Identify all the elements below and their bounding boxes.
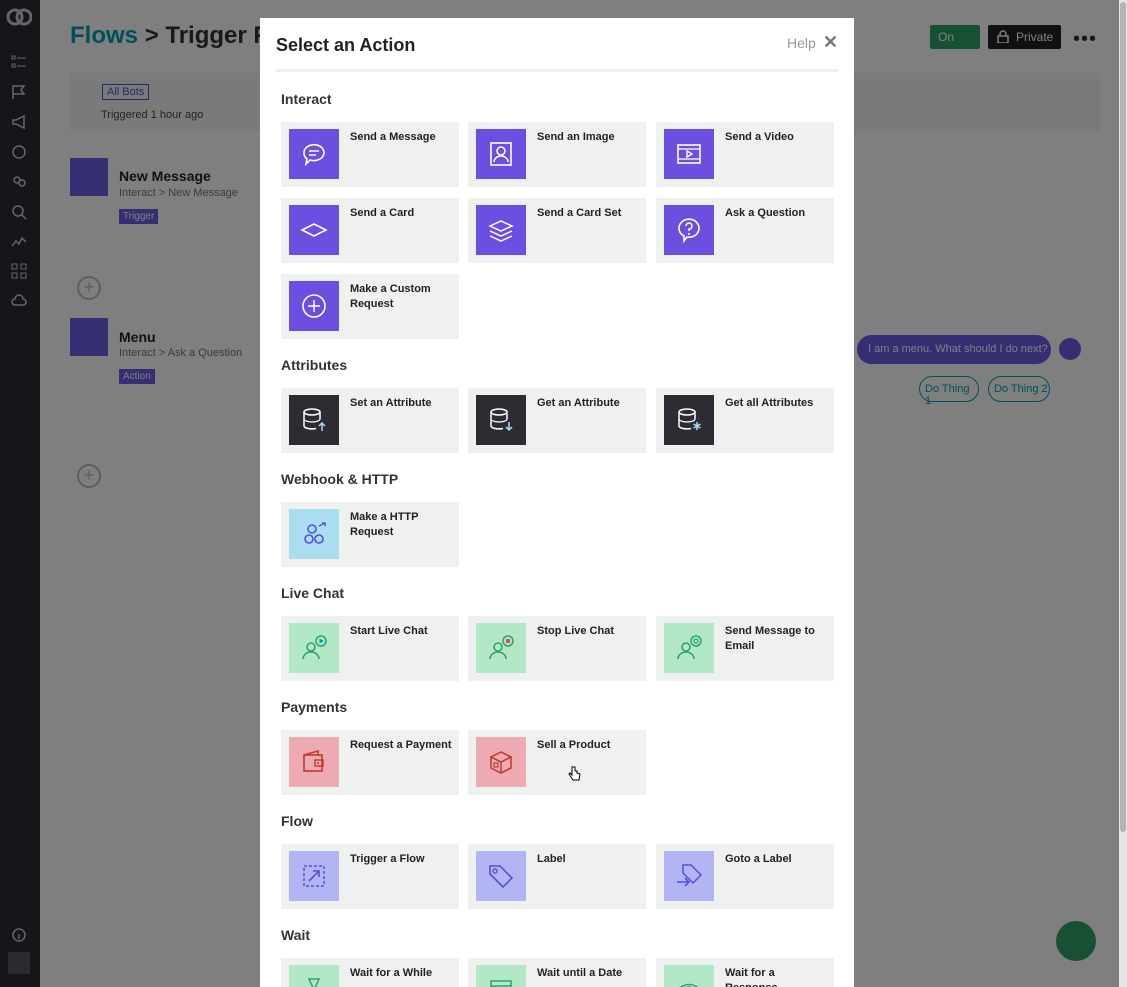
database-star-icon: [664, 395, 714, 445]
database-download-icon: [476, 395, 526, 445]
card-icon: [289, 205, 339, 255]
action-label: Sell a Product: [537, 739, 611, 751]
action-send-message-email[interactable]: Send Message to Email: [656, 616, 834, 681]
action-wait-response[interactable]: Wait for a Response: [656, 958, 834, 987]
person-email-icon: [664, 623, 714, 673]
action-label: Send an Image: [537, 131, 615, 143]
section-title-webhook: Webhook & HTTP: [281, 471, 399, 487]
eye-icon: [664, 965, 714, 987]
scrollbar-thumb[interactable]: [1120, 2, 1126, 832]
action-ask-question[interactable]: Ask a Question: [656, 198, 834, 263]
modal-title: Select an Action: [276, 35, 416, 55]
action-wait-until-date[interactable]: Wait until a Date: [468, 958, 646, 987]
section-title-wait: Wait: [281, 927, 311, 943]
action-send-card[interactable]: Send a Card: [281, 198, 459, 263]
divider: [276, 69, 839, 72]
action-label: Send Message to Email: [725, 625, 815, 652]
hand-cursor-icon: [568, 766, 581, 781]
action-trigger-flow[interactable]: Trigger a Flow: [281, 844, 459, 909]
action-send-image[interactable]: Send an Image: [468, 122, 646, 187]
chat-bubble-icon: [289, 129, 339, 179]
action-label: Send a Video: [725, 131, 794, 143]
action-set-attribute[interactable]: Set an Attribute: [281, 388, 459, 453]
section-title-interact: Interact: [281, 91, 332, 107]
section-title-live-chat: Live Chat: [281, 585, 345, 601]
action-get-attribute[interactable]: Get an Attribute: [468, 388, 646, 453]
hourglass-icon: [289, 965, 339, 987]
action-label: Trigger a Flow: [350, 853, 425, 865]
close-icon[interactable]: ✕: [823, 32, 838, 53]
action-label: Send a Message: [350, 131, 436, 143]
action-wait-while[interactable]: Wait for a While: [281, 958, 459, 987]
action-label: Wait for a While: [350, 967, 433, 979]
video-icon: [664, 129, 714, 179]
stack-icon: [476, 205, 526, 255]
trigger-flow-icon: [289, 851, 339, 901]
action-label: Label: [537, 853, 566, 865]
help-link[interactable]: Help: [787, 35, 816, 51]
action-label: Stop Live Chat: [537, 625, 615, 637]
action-send-message[interactable]: Send a Message: [281, 122, 459, 187]
select-action-modal: Select an Action Help ✕ Interact Send a …: [260, 18, 854, 987]
action-label: Request a Payment: [350, 739, 452, 751]
action-request-payment[interactable]: Request a Payment: [281, 730, 459, 795]
section-title-flow: Flow: [281, 813, 313, 829]
action-label: Send a Card: [350, 207, 415, 219]
section-title-payments: Payments: [281, 699, 348, 715]
action-label: Goto a Label: [725, 853, 792, 865]
action-label: Wait for a Response: [725, 967, 778, 987]
calendar-icon: [476, 965, 526, 987]
person-play-icon: [289, 623, 339, 673]
action-label: Make a HTTP Request: [350, 511, 419, 538]
action-start-live-chat[interactable]: Start Live Chat: [281, 616, 459, 681]
question-bubble-icon: [664, 205, 714, 255]
action-label: Send a Card Set: [537, 207, 622, 219]
image-icon: [476, 129, 526, 179]
webhook-icon: [289, 509, 339, 559]
action-http-request[interactable]: Make a HTTP Request: [281, 502, 459, 567]
action-stop-live-chat[interactable]: Stop Live Chat: [468, 616, 646, 681]
action-get-all-attributes[interactable]: Get all Attributes: [656, 388, 834, 453]
page-scrollbar[interactable]: [1119, 0, 1127, 987]
person-stop-icon: [476, 623, 526, 673]
action-label: Make a Custom Request: [350, 283, 431, 310]
box-icon: [476, 737, 526, 787]
action-sell-product[interactable]: Sell a Product: [468, 730, 646, 795]
goto-tag-icon: [664, 851, 714, 901]
tag-icon: [476, 851, 526, 901]
action-label: Get an Attribute: [537, 397, 620, 409]
action-label: Set an Attribute: [350, 397, 432, 409]
plus-circle-icon: [289, 281, 339, 331]
database-upload-icon: [289, 395, 339, 445]
action-label: Ask a Question: [725, 207, 806, 219]
wallet-icon: [289, 737, 339, 787]
action-send-card-set[interactable]: Send a Card Set: [468, 198, 646, 263]
action-label: Wait until a Date: [537, 967, 623, 979]
action-label: Get all Attributes: [725, 397, 814, 409]
action-custom-request[interactable]: Make a Custom Request: [281, 274, 459, 339]
action-send-video[interactable]: Send a Video: [656, 122, 834, 187]
section-title-attributes: Attributes: [281, 357, 348, 373]
action-goto-label[interactable]: Goto a Label: [656, 844, 834, 909]
action-label: Start Live Chat: [350, 625, 428, 637]
action-label-node[interactable]: Label: [468, 844, 646, 909]
